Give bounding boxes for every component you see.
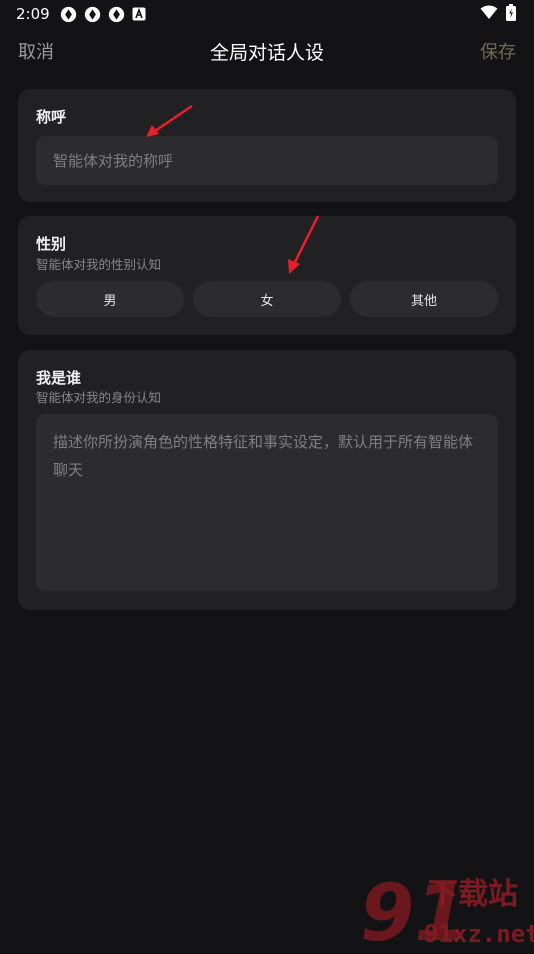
status-time: 2:09 (16, 5, 50, 23)
gender-title: 性别 (36, 235, 67, 253)
wifi-icon (480, 5, 498, 24)
gender-subtitle: 智能体对我的性别认知 (36, 257, 162, 272)
nickname-card: 称呼 智能体对我的称呼 (18, 89, 516, 202)
aperture-icon (84, 6, 101, 23)
cancel-button[interactable]: 取消 (18, 38, 54, 64)
gender-option-label: 男 (103, 293, 117, 309)
nickname-input[interactable]: 智能体对我的称呼 (36, 136, 498, 185)
aperture-icon (108, 6, 125, 23)
gender-option-label: 女 (260, 293, 274, 309)
identity-textarea[interactable]: 描述你所扮演角色的性格特征和事实设定，默认用于所有智能体聊天 (36, 414, 498, 591)
identity-title: 我是谁 (36, 369, 82, 387)
gender-option-male[interactable]: 男 (36, 281, 184, 317)
app-a-icon (132, 7, 146, 21)
notification-icons (60, 6, 146, 23)
status-bar: 2:09 (0, 0, 534, 28)
svg-text:下载站: 下载站 (428, 877, 518, 912)
watermark-logo: 91 下载站 91xz.net (356, 866, 534, 954)
nickname-placeholder: 智能体对我的称呼 (53, 152, 174, 170)
watermark-logo-icon: 91 下载站 91xz.net (360, 869, 534, 954)
nickname-title: 称呼 (36, 108, 67, 126)
annotation-arrow-icon (146, 104, 193, 137)
save-button[interactable]: 保存 (480, 38, 516, 64)
battery-icon (506, 3, 516, 25)
identity-card: 我是谁 智能体对我的身份认知 描述你所扮演角色的性格特征和事实设定，默认用于所有… (18, 350, 516, 610)
top-bar: 取消 全局对话人设 保存 (0, 28, 534, 74)
identity-placeholder: 描述你所扮演角色的性格特征和事实设定，默认用于所有智能体聊天 (53, 433, 474, 479)
gender-card: 性别 智能体对我的性别认知 男 女 其他 (18, 216, 516, 335)
identity-subtitle: 智能体对我的身份认知 (36, 390, 162, 405)
gender-option-label: 其他 (410, 293, 437, 309)
status-left: 2:09 (16, 5, 146, 23)
annotation-arrow-icon (288, 215, 320, 274)
svg-text:91xz.net: 91xz.net (424, 920, 534, 948)
page-title: 全局对话人设 (209, 41, 324, 64)
gender-option-female[interactable]: 女 (193, 281, 341, 317)
aperture-icon (60, 6, 77, 23)
status-right (480, 3, 516, 25)
gender-option-other[interactable]: 其他 (350, 281, 498, 317)
